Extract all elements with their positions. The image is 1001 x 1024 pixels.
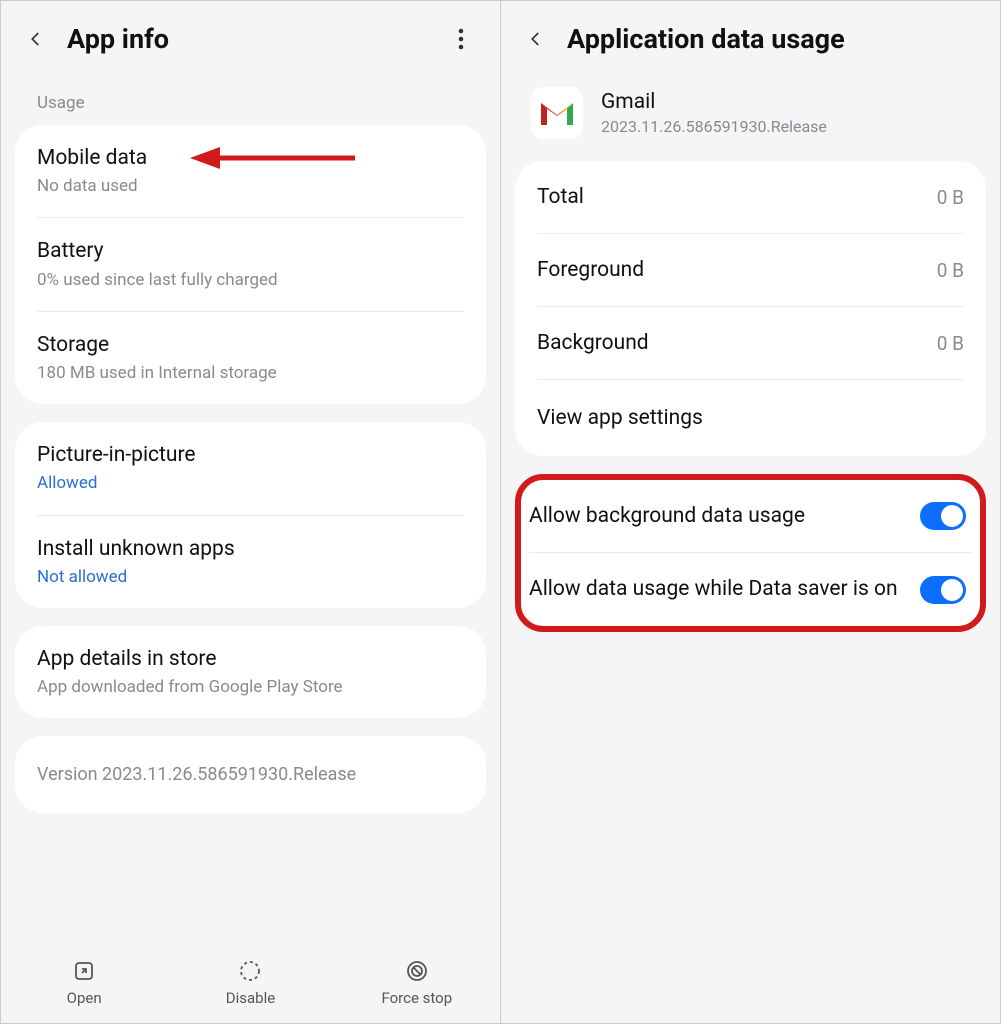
storage-title: Storage [37, 332, 464, 359]
foreground-value: 0 B [937, 259, 964, 282]
back-icon[interactable] [525, 28, 547, 50]
allow-background-label: Allow background data usage [529, 502, 906, 530]
allow-data-saver-label: Allow data usage while Data saver is on [529, 575, 906, 603]
version-text: Version 2023.11.26.586591930.Release [37, 764, 464, 785]
force-stop-label: Force stop [381, 989, 452, 1007]
usage-card: Mobile data No data used Battery 0% used… [15, 125, 486, 404]
view-app-settings[interactable]: View app settings [515, 380, 986, 456]
app-name: Gmail [601, 90, 827, 114]
app-info-panel: App info Usage Mobile data No data used … [1, 1, 501, 1023]
bottom-action-bar: Open Disable Force stop [1, 945, 500, 1023]
more-icon[interactable] [446, 24, 476, 54]
app-details-title: App details in store [37, 646, 464, 673]
app-meta: Gmail 2023.11.26.586591930.Release [601, 90, 827, 136]
mobile-data-sub: No data used [37, 175, 464, 197]
app-info-header: App info [1, 1, 500, 73]
total-label: Total [537, 185, 584, 209]
permissions-card: Picture-in-picture Allowed Install unkno… [15, 422, 486, 608]
total-value: 0 B [937, 186, 964, 209]
battery-row[interactable]: Battery 0% used since last fully charged [15, 218, 486, 310]
page-title: App info [67, 23, 446, 55]
open-label: Open [67, 989, 102, 1007]
battery-title: Battery [37, 238, 464, 265]
app-version: 2023.11.26.586591930.Release [601, 117, 827, 136]
mobile-data-row[interactable]: Mobile data No data used [15, 125, 486, 217]
data-toggles-card: Allow background data usage Allow data u… [515, 474, 986, 632]
pip-title: Picture-in-picture [37, 442, 464, 469]
back-icon[interactable] [25, 28, 47, 50]
allow-data-saver-toggle[interactable] [920, 576, 966, 604]
foreground-row: Foreground 0 B [515, 234, 986, 306]
data-usage-panel: Application data usage Gmail 2023.11.26.… [501, 1, 1000, 1023]
disable-button[interactable]: Disable [210, 959, 290, 1007]
usage-section-label: Usage [1, 73, 500, 125]
unknown-apps-row[interactable]: Install unknown apps Not allowed [15, 516, 486, 608]
disable-icon [238, 959, 262, 983]
gmail-icon [531, 87, 583, 139]
unknown-apps-sub: Not allowed [37, 566, 464, 588]
mobile-data-title: Mobile data [37, 145, 464, 172]
total-row: Total 0 B [515, 161, 986, 233]
page-title: Application data usage [567, 23, 976, 55]
storage-row[interactable]: Storage 180 MB used in Internal storage [15, 312, 486, 404]
disable-label: Disable [226, 989, 275, 1007]
app-details-row[interactable]: App details in store App downloaded from… [15, 626, 486, 718]
battery-sub: 0% used since last fully charged [37, 269, 464, 291]
version-card: Version 2023.11.26.586591930.Release [15, 736, 486, 813]
allow-background-toggle[interactable] [920, 502, 966, 530]
pip-sub: Allowed [37, 472, 464, 494]
data-stats-card: Total 0 B Foreground 0 B Background 0 B … [515, 161, 986, 456]
force-stop-button[interactable]: Force stop [377, 959, 457, 1007]
open-button[interactable]: Open [44, 959, 124, 1007]
pip-row[interactable]: Picture-in-picture Allowed [15, 422, 486, 514]
background-label: Background [537, 331, 649, 355]
background-value: 0 B [937, 332, 964, 355]
force-stop-icon [405, 959, 429, 983]
app-details-sub: App downloaded from Google Play Store [37, 676, 464, 698]
open-icon [72, 959, 96, 983]
foreground-label: Foreground [537, 258, 644, 282]
allow-data-saver-row: Allow data usage while Data saver is on [521, 553, 980, 625]
allow-background-row: Allow background data usage [521, 480, 980, 552]
store-card: App details in store App downloaded from… [15, 626, 486, 718]
data-usage-header: Application data usage [501, 1, 1000, 73]
app-header: Gmail 2023.11.26.586591930.Release [501, 73, 1000, 161]
background-row: Background 0 B [515, 307, 986, 379]
unknown-apps-title: Install unknown apps [37, 536, 464, 563]
storage-sub: 180 MB used in Internal storage [37, 362, 464, 384]
